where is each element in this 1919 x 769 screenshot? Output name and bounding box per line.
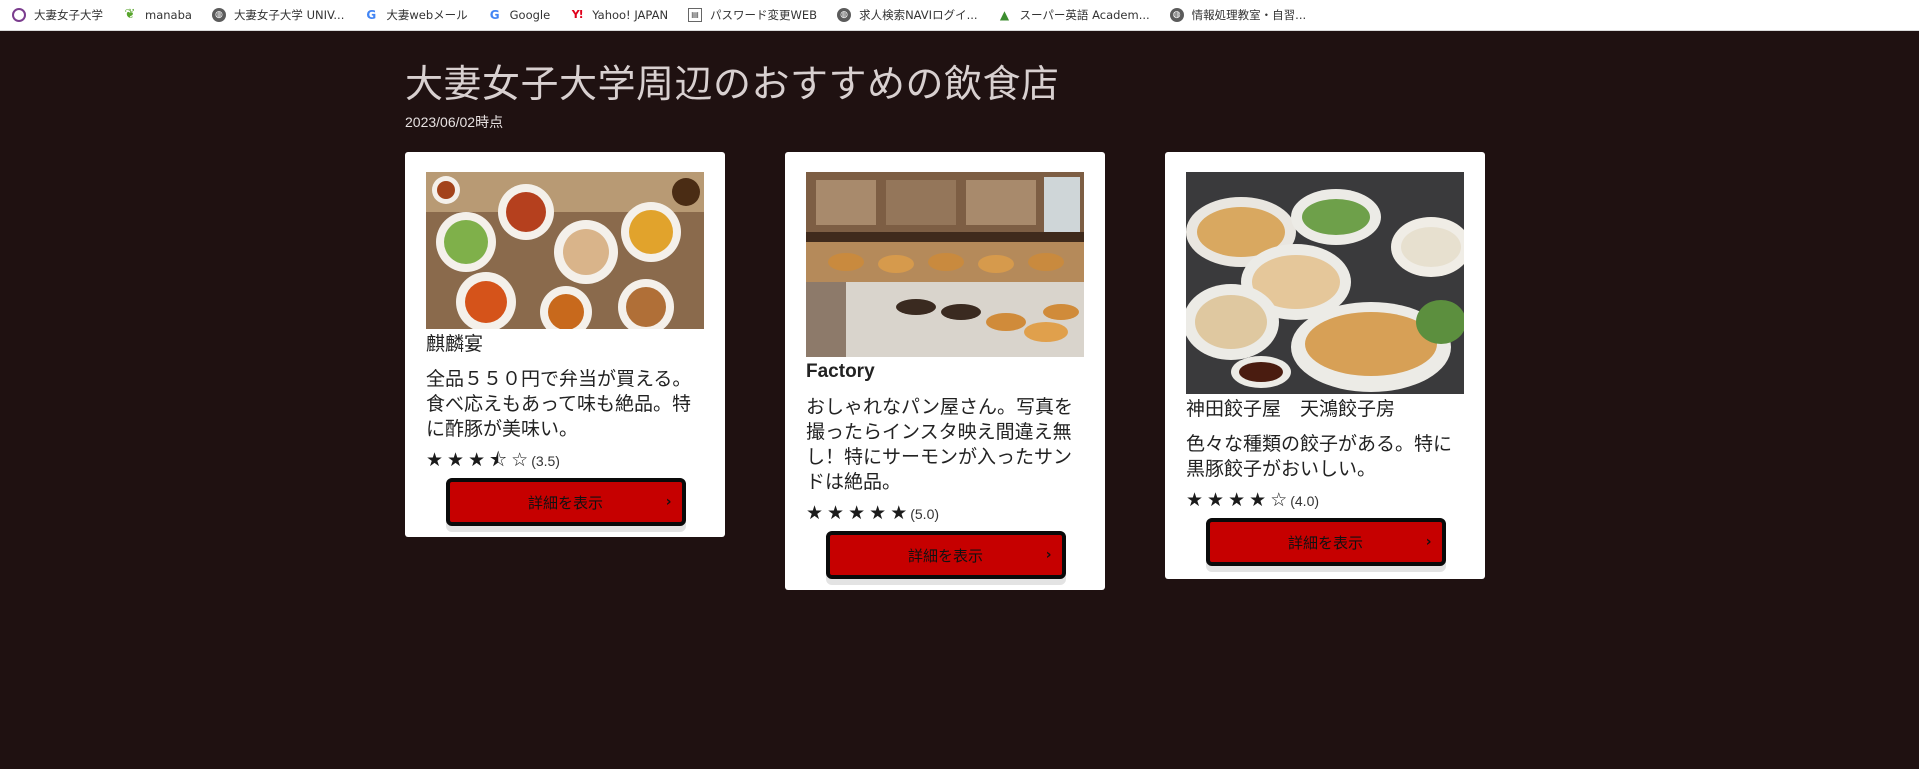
bookmark-manaba[interactable]: ❦ manaba xyxy=(123,3,192,27)
rating: ★ ★ ★ ⯪ ☆ (3.5) xyxy=(426,451,705,471)
globe-icon: ◍ xyxy=(1169,8,1184,22)
food-photo xyxy=(806,172,1084,357)
google-icon: G xyxy=(489,8,500,22)
star-full-icon: ★ xyxy=(468,450,486,471)
restaurant-name: Factory xyxy=(806,361,875,382)
bookmark-label: 情報処理教室・自習... xyxy=(1191,8,1307,22)
star-full-icon: ★ xyxy=(447,450,465,471)
star-full-icon: ★ xyxy=(1228,490,1246,511)
globe-icon: ◍ xyxy=(211,8,226,22)
star-full-icon: ★ xyxy=(890,503,908,524)
bakery-image xyxy=(806,172,1084,357)
star-empty-icon: ☆ xyxy=(511,450,529,471)
rating-value: (5.0) xyxy=(910,506,940,522)
detail-button-label: 詳細を表示 xyxy=(527,493,603,512)
bookmark-yahoo[interactable]: Y! Yahoo! JAPAN xyxy=(570,3,668,27)
page-date: 2023/06/02時点 xyxy=(405,114,504,130)
bookmark-label: 大妻女子大学 UNIV... xyxy=(233,8,345,22)
bookmark-label: manaba xyxy=(145,8,192,22)
rating-value: (3.5) xyxy=(531,453,560,469)
detail-button[interactable]: 詳細を表示 › xyxy=(1205,518,1446,566)
otsuma-icon xyxy=(12,8,26,22)
bookmark-english[interactable]: ▲ スーパー英語 Academ... xyxy=(998,3,1150,27)
google-icon: G xyxy=(366,8,377,22)
star-full-icon: ★ xyxy=(806,503,824,524)
bookmark-label: スーパー英語 Academ... xyxy=(1019,8,1150,22)
star-full-icon: ★ xyxy=(1207,490,1225,511)
star-full-icon: ★ xyxy=(869,503,887,524)
restaurant-card: 神田餃子屋 天鴻餃子房 色々な種類の餃子がある。特に黒豚餃子がおいしい。 ★ ★… xyxy=(1165,152,1485,579)
restaurant-description: おしゃれなパン屋さん。写真を撮ったらインスタ映え間違え無し！特にサーモンが入った… xyxy=(806,396,1073,493)
restaurant-description: 色々な種類の餃子がある。特に黒豚餃子がおいしい。 xyxy=(1186,433,1453,480)
lock-icon: ▲ xyxy=(999,8,1010,22)
star-full-icon: ★ xyxy=(426,450,444,471)
restaurant-name: 神田餃子屋 天鴻餃子房 xyxy=(1186,398,1396,420)
bookmarks-bar: 大妻女子大学 ❦ manaba ◍ 大妻女子大学 UNIV... G 大妻web… xyxy=(0,0,1919,31)
page-title: 大妻女子大学周辺のおすすめの飲食店 xyxy=(405,62,1060,106)
gyoza-image xyxy=(1186,172,1464,394)
bookmark-label: Yahoo! JAPAN xyxy=(592,8,669,22)
food-photo xyxy=(426,172,704,329)
bookmark-label: 大妻webメール xyxy=(386,8,468,22)
rating: ★ ★ ★ ★ ☆ (4.0) xyxy=(1186,491,1465,511)
detail-button-label: 詳細を表示 xyxy=(1287,533,1363,552)
star-full-icon: ★ xyxy=(1186,490,1204,511)
leaf-icon: ❦ xyxy=(124,7,136,22)
bookmark-otsuma[interactable]: 大妻女子大学 xyxy=(12,3,103,27)
chevron-right-icon: › xyxy=(665,494,672,510)
star-empty-icon: ☆ xyxy=(1270,490,1288,511)
rating-value: (4.0) xyxy=(1290,493,1320,509)
bookmark-label: Google xyxy=(509,8,551,22)
bookmark-navi[interactable]: ◍ 求人検索NAVIログイ... xyxy=(837,3,978,27)
bookmark-univ[interactable]: ◍ 大妻女子大学 UNIV... xyxy=(211,3,345,27)
main-content: 大妻女子大学周辺のおすすめの飲食店 2023/06/02時点 xyxy=(405,58,1060,132)
bookmark-webmail[interactable]: G 大妻webメール xyxy=(364,3,467,27)
chevron-right-icon: › xyxy=(1045,547,1052,563)
bookmark-google[interactable]: G Google xyxy=(488,3,551,27)
star-full-icon: ★ xyxy=(848,503,866,524)
rating: ★ ★ ★ ★ ★ (5.0) xyxy=(806,504,1085,524)
bookmark-info[interactable]: ◍ 情報処理教室・自習... xyxy=(1169,3,1307,27)
chinese-dishes-image xyxy=(426,172,704,329)
detail-button[interactable]: 詳細を表示 › xyxy=(825,531,1066,579)
star-half-icon: ⯪ xyxy=(489,450,508,471)
food-photo xyxy=(1186,172,1464,394)
globe-icon: ◍ xyxy=(837,8,852,22)
yahoo-icon: Y! xyxy=(571,8,584,21)
bookmark-label: パスワード変更WEB xyxy=(710,8,818,22)
detail-button-label: 詳細を表示 xyxy=(907,546,983,565)
restaurant-name: 麒麟宴 xyxy=(426,333,484,355)
chevron-right-icon: › xyxy=(1425,534,1432,550)
star-full-icon: ★ xyxy=(1249,490,1267,511)
restaurant-card: Factory おしゃれなパン屋さん。写真を撮ったらインスタ映え間違え無し！特に… xyxy=(785,152,1105,590)
restaurant-card: 麒麟宴 全品５５０円で弁当が買える。食べ応えもあって味も絶品。特に酢豚が美味い。… xyxy=(405,152,725,537)
restaurant-description: 全品５５０円で弁当が買える。食べ応えもあって味も絶品。特に酢豚が美味い。 xyxy=(426,368,692,440)
bookmark-label: 大妻女子大学 xyxy=(34,8,103,22)
bookmark-password[interactable]: ▤ パスワード変更WEB xyxy=(688,3,817,27)
page-icon: ▤ xyxy=(688,8,703,22)
detail-button[interactable]: 詳細を表示 › xyxy=(445,478,686,526)
star-full-icon: ★ xyxy=(827,503,845,524)
bookmark-label: 求人検索NAVIログイ... xyxy=(859,8,978,22)
